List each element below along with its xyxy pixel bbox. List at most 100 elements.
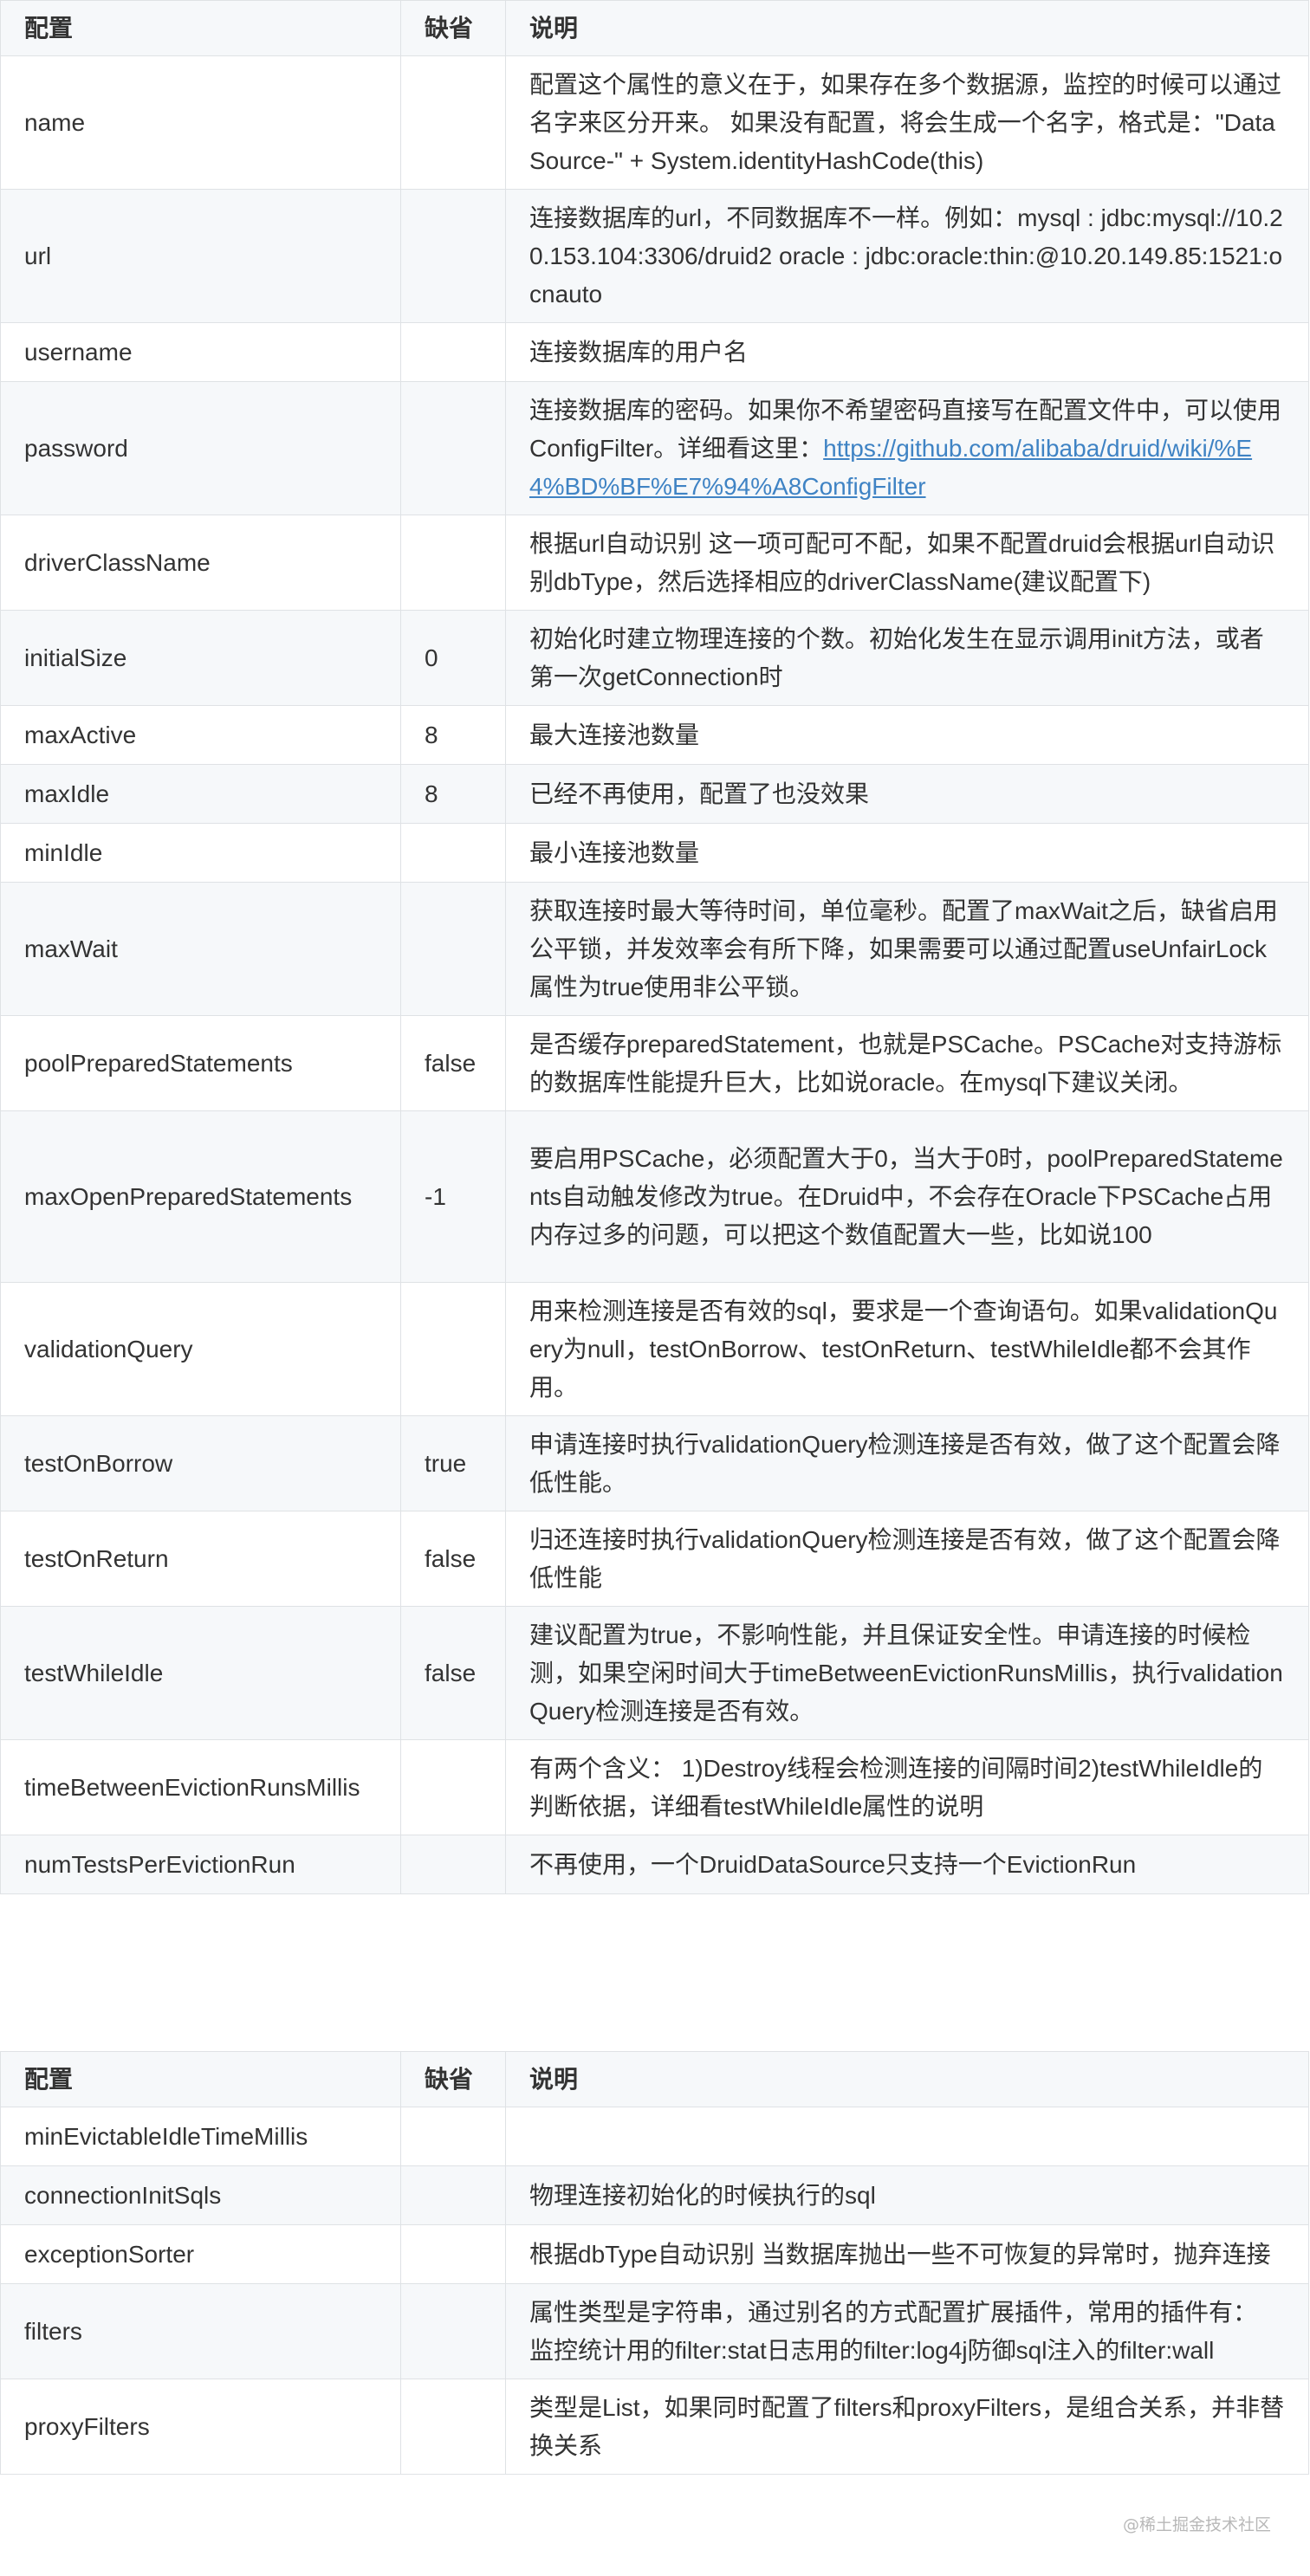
config-name-cell: validationQuery bbox=[0, 1282, 401, 1416]
config-name-cell: maxOpenPreparedStatements bbox=[0, 1110, 401, 1283]
description-text: 申请连接时执行validationQuery检测连接是否有效，做了这个配置会降低… bbox=[529, 1430, 1281, 1496]
description-cell: 类型是List，如果同时配置了filters和proxyFilters，是组合关… bbox=[505, 2379, 1309, 2475]
table-row: driverClassName 根据url自动识别 这一项可配可不配，如果不配置d… bbox=[0, 515, 1309, 611]
header-description: 说明 bbox=[505, 0, 1309, 56]
description-cell: 归还连接时执行validationQuery检测连接是否有效，做了这个配置会降低… bbox=[505, 1511, 1309, 1607]
config-name-cell: username bbox=[0, 322, 401, 382]
default-value-cell: 8 bbox=[400, 705, 506, 765]
config-name-cell: proxyFilters bbox=[0, 2379, 401, 2475]
description-text: 最大连接池数量 bbox=[529, 721, 700, 748]
description-cell: 获取连接时最大等待时间，单位毫秒。配置了maxWait之后，缺省启用公平锁，并发… bbox=[505, 882, 1309, 1016]
config-name-cell: name bbox=[0, 55, 401, 190]
table-row: url 连接数据库的url，不同数据库不一样。例如：mysql : jdbc:my… bbox=[0, 189, 1309, 323]
default-value-cell: -1 bbox=[400, 1110, 506, 1283]
description-cell bbox=[505, 2107, 1309, 2166]
description-cell: 根据dbType自动识别 当数据库抛出一些不可恢复的异常时，抛弃连接 bbox=[505, 2224, 1309, 2284]
default-value-cell bbox=[400, 381, 506, 515]
description-text: 是否缓存preparedStatement，也就是PSCache。PSCache… bbox=[529, 1030, 1282, 1096]
description-cell: 是否缓存preparedStatement，也就是PSCache。PSCache… bbox=[505, 1015, 1309, 1111]
table-row: testWhileIdle false 建议配置为true，不影响性能，并且保证安全… bbox=[0, 1606, 1309, 1740]
config-name-cell: maxIdle bbox=[0, 764, 401, 824]
description-text: 类型是List，如果同时配置了filters和proxyFilters，是组合关… bbox=[529, 2393, 1285, 2459]
default-value-cell: false bbox=[400, 1015, 506, 1111]
default-value-cell bbox=[400, 55, 506, 190]
description-text: 最小连接池数量 bbox=[529, 838, 700, 866]
table-row: numTestsPerEvictionRun 不再使用，一个DruidDataSo… bbox=[0, 1835, 1309, 1894]
description-text: 根据url自动识别 这一项可配可不配，如果不配置druid会根据url自动识别d… bbox=[529, 529, 1275, 595]
config-name-cell: testWhileIdle bbox=[0, 1606, 401, 1740]
config-name-cell: maxWait bbox=[0, 882, 401, 1016]
config-table-2: 配置 缺省 说明 minEvictableIdleTimeMillis conne… bbox=[0, 2051, 1309, 2475]
description-text: 属性类型是字符串，通过别名的方式配置扩展插件，常用的插件有： 监控统计用的fil… bbox=[529, 2298, 1258, 2364]
description-text: 初始化时建立物理连接的个数。初始化发生在显示调用init方法，或者第一次getC… bbox=[529, 625, 1264, 690]
default-value-cell: false bbox=[400, 1511, 506, 1607]
description-cell: 物理连接初始化的时候执行的sql bbox=[505, 2165, 1309, 2225]
config-name-cell: minEvictableIdleTimeMillis bbox=[0, 2107, 401, 2166]
config-name-cell: initialSize bbox=[0, 610, 401, 706]
header-default: 缺省 bbox=[400, 2051, 506, 2107]
description-cell: 初始化时建立物理连接的个数。初始化发生在显示调用init方法，或者第一次getC… bbox=[505, 610, 1309, 706]
table-row: minEvictableIdleTimeMillis bbox=[0, 2107, 1309, 2166]
table-2-body: minEvictableIdleTimeMillis connectionInit… bbox=[0, 2107, 1309, 2475]
table-row: name 配置这个属性的意义在于，如果存在多个数据源，监控的时候可以通过名字来区分… bbox=[0, 55, 1309, 190]
description-cell: 最大连接池数量 bbox=[505, 705, 1309, 765]
config-name-cell: poolPreparedStatements bbox=[0, 1015, 401, 1111]
header-description: 说明 bbox=[505, 2051, 1309, 2107]
description-cell: 连接数据库的用户名 bbox=[505, 322, 1309, 382]
description-cell: 最小连接池数量 bbox=[505, 823, 1309, 883]
config-name-cell: minIdle bbox=[0, 823, 401, 883]
description-text: 物理连接初始化的时候执行的sql bbox=[529, 2181, 876, 2209]
table-row: testOnBorrow true 申请连接时执行validationQuery检测… bbox=[0, 1415, 1309, 1511]
config-name-cell: filters bbox=[0, 2283, 401, 2379]
description-text: 连接数据库的用户名 bbox=[529, 338, 749, 366]
header-config: 配置 bbox=[0, 0, 401, 56]
config-name-cell: numTestsPerEvictionRun bbox=[0, 1835, 401, 1894]
description-cell: 已经不再使用，配置了也没效果 bbox=[505, 764, 1309, 824]
config-table-1: 配置 缺省 说明 name 配置这个属性的意义在于，如果存在多个数据源，监控的时候… bbox=[0, 0, 1309, 1894]
default-value-cell bbox=[400, 2107, 506, 2166]
description-cell: 属性类型是字符串，通过别名的方式配置扩展插件，常用的插件有： 监控统计用的fil… bbox=[505, 2283, 1309, 2379]
default-value-cell bbox=[400, 2224, 506, 2284]
table-row: maxIdle 8 已经不再使用，配置了也没效果 bbox=[0, 764, 1309, 824]
config-name-cell: exceptionSorter bbox=[0, 2224, 401, 2284]
config-name-cell: timeBetweenEvictionRunsMillis bbox=[0, 1739, 401, 1835]
table-row: maxActive 8 最大连接池数量 bbox=[0, 705, 1309, 765]
description-cell: 用来检测连接是否有效的sql，要求是一个查询语句。如果validationQue… bbox=[505, 1282, 1309, 1416]
config-name-cell: connectionInitSqls bbox=[0, 2165, 401, 2225]
description-text: 有两个含义： 1)Destroy线程会检测连接的间隔时间2)testWhileI… bbox=[529, 1754, 1263, 1820]
description-cell: 有两个含义： 1)Destroy线程会检测连接的间隔时间2)testWhileI… bbox=[505, 1739, 1309, 1835]
config-name-cell: url bbox=[0, 189, 401, 323]
default-value-cell bbox=[400, 515, 506, 611]
description-text: 根据dbType自动识别 当数据库抛出一些不可恢复的异常时，抛弃连接 bbox=[529, 2240, 1271, 2268]
description-text: 获取连接时最大等待时间，单位毫秒。配置了maxWait之后，缺省启用公平锁，并发… bbox=[529, 896, 1278, 1000]
default-value-cell bbox=[400, 1835, 506, 1894]
default-value-cell bbox=[400, 2165, 506, 2225]
description-text: 建议配置为true，不影响性能，并且保证安全性。申请连接的时候检测，如果空闲时间… bbox=[529, 1621, 1283, 1725]
description-text: 配置这个属性的意义在于，如果存在多个数据源，监控的时候可以通过名字来区分开来。 … bbox=[529, 70, 1282, 174]
description-cell: 连接数据库的url，不同数据库不一样。例如：mysql : jdbc:mysql… bbox=[505, 189, 1309, 323]
description-cell: 不再使用，一个DruidDataSource只支持一个EvictionRun bbox=[505, 1835, 1309, 1894]
table-row: proxyFilters 类型是List，如果同时配置了filters和proxy… bbox=[0, 2379, 1309, 2475]
description-cell: 建议配置为true，不影响性能，并且保证安全性。申请连接的时候检测，如果空闲时间… bbox=[505, 1606, 1309, 1740]
table-row: validationQuery 用来检测连接是否有效的sql，要求是一个查询语句。… bbox=[0, 1282, 1309, 1416]
description-text: 要启用PSCache，必须配置大于0，当大于0时，poolPreparedSta… bbox=[529, 1144, 1283, 1248]
table-row: maxOpenPreparedStatements -1 要启用PSCache，必须… bbox=[0, 1110, 1309, 1283]
config-name-cell: password bbox=[0, 381, 401, 515]
table-row: username 连接数据库的用户名 bbox=[0, 322, 1309, 382]
table-row: password 连接数据库的密码。如果你不希望密码直接写在配置文件中，可以使用C… bbox=[0, 381, 1309, 515]
default-value-cell: 0 bbox=[400, 610, 506, 706]
description-text: 已经不再使用，配置了也没效果 bbox=[529, 780, 870, 807]
description-cell: 申请连接时执行validationQuery检测连接是否有效，做了这个配置会降低… bbox=[505, 1415, 1309, 1511]
default-value-cell: 8 bbox=[400, 764, 506, 824]
table-row: connectionInitSqls 物理连接初始化的时候执行的sql bbox=[0, 2165, 1309, 2225]
watermark: @稀土掘金技术社区 bbox=[1122, 2515, 1271, 2534]
table-header-row: 配置 缺省 说明 bbox=[0, 0, 1309, 56]
table-row: filters 属性类型是字符串，通过别名的方式配置扩展插件，常用的插件有： 监控… bbox=[0, 2283, 1309, 2379]
description-cell: 根据url自动识别 这一项可配可不配，如果不配置druid会根据url自动识别d… bbox=[505, 515, 1309, 611]
table-row: minIdle 最小连接池数量 bbox=[0, 823, 1309, 883]
header-config: 配置 bbox=[0, 2051, 401, 2107]
description-cell: 要启用PSCache，必须配置大于0，当大于0时，poolPreparedSta… bbox=[505, 1110, 1309, 1283]
description-text: 不再使用，一个DruidDataSource只支持一个EvictionRun bbox=[529, 1850, 1137, 1878]
default-value-cell bbox=[400, 2379, 506, 2475]
default-value-cell: false bbox=[400, 1606, 506, 1740]
